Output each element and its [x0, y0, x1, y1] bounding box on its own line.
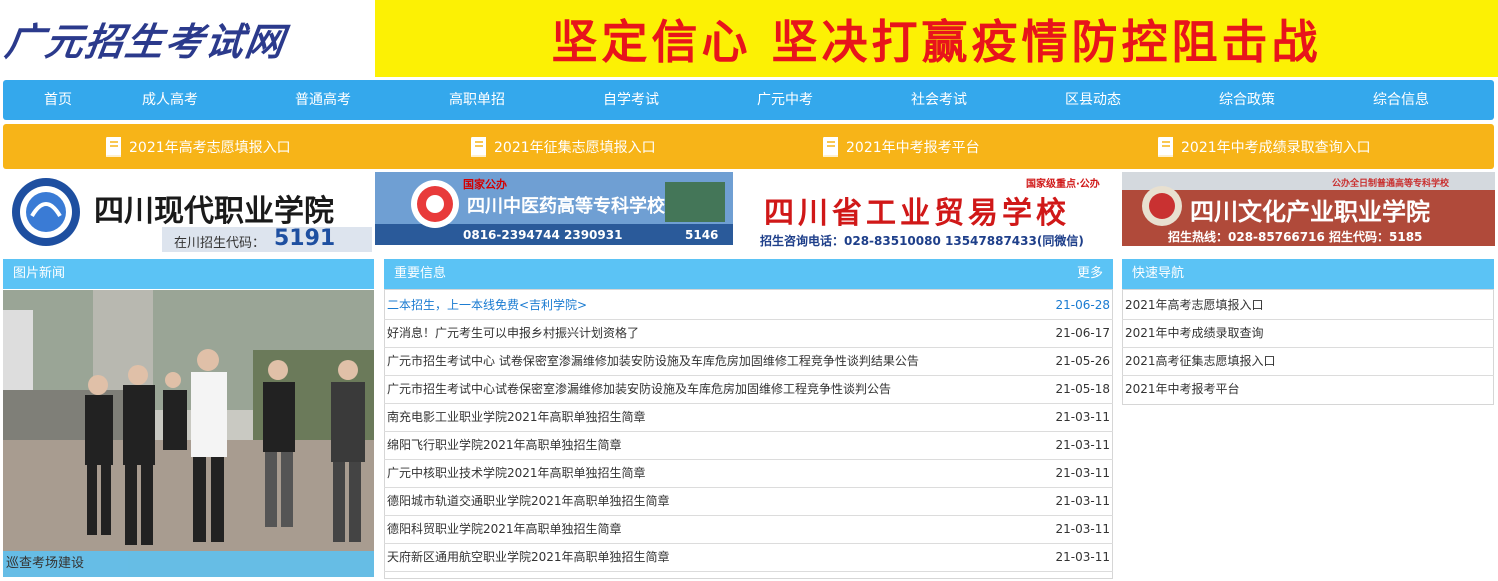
ad-sichuan-culture-vocational[interactable]: 公办全日制普通高等专科学校 四川文化产业职业学院 招生热线：028-857667…: [1122, 172, 1495, 246]
ad-school-tag: 公办全日制普通高等专科学校: [1332, 179, 1450, 189]
quick-nav-link[interactable]: 2021高考征集志愿填报入口: [1122, 348, 1494, 376]
ad-sichuan-tcm-college[interactable]: 国家公办 四川中医药高等专科学校 0816-2394744 2390931 51…: [375, 172, 733, 245]
news-date: 21-03-11: [1055, 494, 1110, 508]
news-date: 21-03-11: [1055, 522, 1110, 536]
important-info-heading: 重要信息 更多: [384, 259, 1113, 289]
ad-school-name: 四川现代职业学院: [94, 194, 334, 229]
quick-nav-link[interactable]: 2021年高考志愿填报入口: [1122, 292, 1494, 320]
news-date: 21-03-11: [1055, 466, 1110, 480]
news-title[interactable]: 广元市招生考试中心 试卷保密室渗漏维修加装安防设施及车库危房加固维修工程竞争性谈…: [387, 348, 919, 375]
ad-school-code: 5191: [274, 226, 336, 251]
news-row: 德阳科贸职业学院2021年高职单独招生简章 21-03-11: [384, 516, 1113, 544]
quick-nav-link[interactable]: 2021年中考报考平台: [1122, 376, 1494, 404]
ad-school-sub: 招生咨询电话：028-83510080 13547887433(同微信): [760, 234, 1084, 248]
nav-item-adult-exam[interactable]: 成人高考: [125, 80, 215, 120]
entry-supplementary-application[interactable]: 2021年征集志愿填报入口: [468, 124, 656, 169]
entry-label: 2021年中考报考平台: [846, 139, 980, 156]
nav-item-zhongkao[interactable]: 广元中考: [740, 80, 830, 120]
news-row: 南充电影工业职业学院2021年高职单独招生简章 21-03-11: [384, 404, 1113, 432]
news-row: 二本招生，上一本线免费<吉利学院> 21-06-28: [384, 292, 1113, 320]
book-icon: [468, 135, 490, 159]
nav-item-county-news[interactable]: 区县动态: [1048, 80, 1138, 120]
ad-sichuan-industry-trade-school[interactable]: 国家级重点·公办 四川省工业贸易学校 招生咨询电话：028-83510080 1…: [748, 172, 1121, 252]
news-title[interactable]: 德阳城市轨道交通职业学院2021年高职单独招生简章: [387, 488, 670, 515]
news-date: 21-03-11: [1055, 410, 1110, 424]
news-row: 广元市招生考试中心试卷保密室渗漏维修加装安防设施及车库危房加固维修工程竞争性谈判…: [384, 376, 1113, 404]
ad-school-tag: 国家公办: [463, 178, 507, 191]
news-title[interactable]: 好消息！广元考生可以申报乡村振兴计划资格了: [387, 320, 639, 347]
entry-label: 2021年征集志愿填报入口: [494, 139, 656, 156]
photo-news-image[interactable]: [3, 290, 374, 577]
ad-school-code: 5146: [685, 228, 719, 242]
entry-zhongkao-registration[interactable]: 2021年中考报考平台: [820, 124, 980, 169]
news-row: 好消息！广元考生可以申报乡村振兴计划资格了 21-06-17: [384, 320, 1113, 348]
news-title[interactable]: 绵阳飞行职业学院2021年高职单独招生简章: [387, 432, 622, 459]
entry-label: 2021年中考成绩录取查询入口: [1181, 139, 1371, 156]
ad-sichuan-modern-vocational[interactable]: 四川现代职业学院 在川招生代码： 5191: [2, 172, 375, 252]
nav-item-home[interactable]: 首页: [13, 80, 103, 120]
site-logo[interactable]: 广元招生考试网: [0, 0, 375, 77]
inspection-photo: [3, 290, 374, 577]
more-link[interactable]: 更多: [1077, 259, 1103, 289]
news-row: 广元市招生考试中心 试卷保密室渗漏维修加装安防设施及车库危房加固维修工程竞争性谈…: [384, 348, 1113, 376]
header: 广元招生考试网 坚定信心 坚决打赢疫情防控阻击战: [0, 0, 1498, 77]
book-icon: [103, 135, 125, 159]
ad-school-name: 四川文化产业职业学院: [1190, 197, 1430, 226]
quick-nav-heading: 快速导航: [1122, 259, 1494, 289]
news-title[interactable]: 德阳科贸职业学院2021年高职单独招生简章: [387, 516, 622, 543]
news-row: 德阳城市轨道交通职业学院2021年高职单独招生简章 21-03-11: [384, 488, 1113, 516]
book-icon: [820, 135, 842, 159]
entry-gaokao-application[interactable]: 2021年高考志愿填报入口: [103, 124, 291, 169]
nav-item-policy[interactable]: 综合政策: [1202, 80, 1292, 120]
nav-item-social-exam[interactable]: 社会考试: [894, 80, 984, 120]
ad-school-name: 四川省工业贸易学校: [764, 196, 1070, 231]
quick-entries-bar: 2021年高考志愿填报入口 2021年征集志愿填报入口 2021年中考报考平台 …: [3, 124, 1494, 169]
nav-item-gaokao[interactable]: 普通高考: [278, 80, 368, 120]
news-date: 21-06-28: [1055, 298, 1110, 312]
news-title[interactable]: 天府新区通用航空职业学院2021年高职单独招生简章: [387, 544, 670, 571]
nav-item-vocational[interactable]: 高职单招: [432, 80, 522, 120]
book-icon: [1155, 135, 1177, 159]
ad-school-sub: 0816-2394744 2390931: [463, 228, 623, 242]
news-title[interactable]: 广元中核职业技术学院2021年高职单独招生简章: [387, 460, 646, 487]
ad-school-name: 四川中医药高等专科学校: [467, 196, 665, 217]
quick-nav-link[interactable]: 2021年中考成绩录取查询: [1122, 320, 1494, 348]
photo-news-heading: 图片新闻: [3, 259, 374, 289]
news-title[interactable]: 二本招生，上一本线免费<吉利学院>: [387, 292, 587, 319]
epidemic-banner: 坚定信心 坚决打赢疫情防控阻击战: [375, 0, 1498, 77]
entry-label: 2021年高考志愿填报入口: [129, 139, 291, 156]
main-nav: 首页 成人高考 普通高考 高职单招 自学考试 广元中考 社会考试 区县动态 综合…: [3, 80, 1494, 120]
news-date: 21-03-11: [1055, 550, 1110, 564]
news-row: 绵阳飞行职业学院2021年高职单独招生简章 21-03-11: [384, 432, 1113, 460]
important-info-title: 重要信息: [394, 266, 447, 281]
nav-item-info[interactable]: 综合信息: [1356, 80, 1446, 120]
ad-school-sub: 在川招生代码：: [174, 236, 266, 251]
site-logo-text: 广元招生考试网: [2, 19, 289, 64]
ad-school-sub: 招生热线：028-85766716 招生代码：5185: [1168, 230, 1423, 244]
news-date: 21-03-11: [1055, 438, 1110, 452]
news-date: 21-05-18: [1055, 382, 1110, 396]
news-title[interactable]: 南充电影工业职业学院2021年高职单独招生简章: [387, 404, 646, 431]
nav-item-self-study[interactable]: 自学考试: [586, 80, 676, 120]
entry-zhongkao-results[interactable]: 2021年中考成绩录取查询入口: [1155, 124, 1371, 169]
epidemic-banner-text: 坚定信心 坚决打赢疫情防控阻击战: [551, 14, 1322, 69]
news-row: 天府新区通用航空职业学院2021年高职单独招生简章 21-03-11: [384, 544, 1113, 572]
news-title[interactable]: 广元市招生考试中心试卷保密室渗漏维修加装安防设施及车库危房加固维修工程竞争性谈判…: [387, 376, 891, 403]
photo-news-caption[interactable]: 巡查考场建设: [3, 551, 374, 577]
news-row: 广元中核职业技术学院2021年高职单独招生简章 21-03-11: [384, 460, 1113, 488]
news-date: 21-05-26: [1055, 354, 1110, 368]
news-date: 21-06-17: [1055, 326, 1110, 340]
